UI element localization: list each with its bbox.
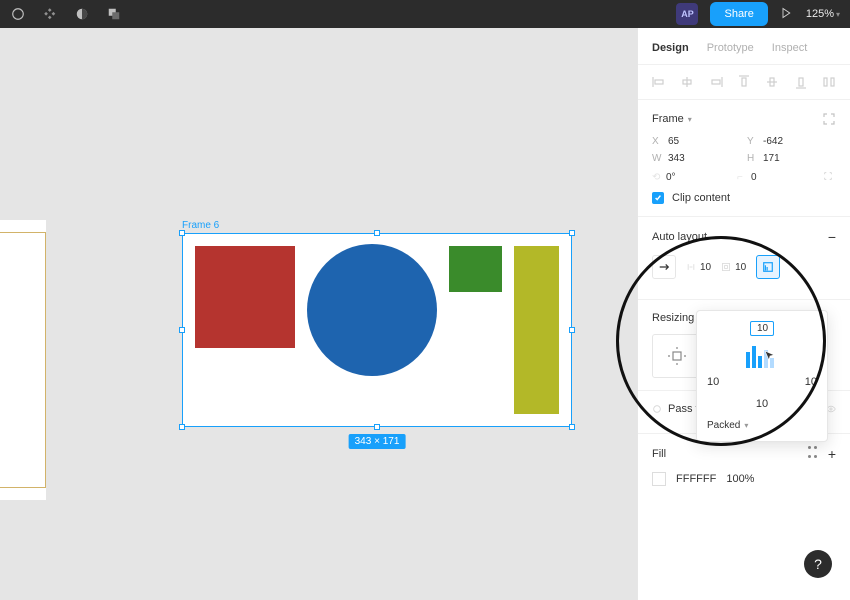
resize-handle-r[interactable] bbox=[569, 327, 575, 333]
resize-fit-icon[interactable] bbox=[822, 112, 836, 126]
y-input[interactable]: -642 bbox=[763, 136, 811, 147]
gap-input[interactable]: 10 bbox=[700, 262, 711, 273]
gap-icon bbox=[686, 262, 696, 272]
zoom-value: 125% bbox=[806, 8, 834, 20]
align-top-icon[interactable] bbox=[737, 75, 751, 89]
dimension-badge: 343 × 171 bbox=[349, 434, 406, 449]
zoom-dropdown[interactable]: 125%▾ bbox=[806, 8, 840, 20]
offscreen-frame[interactable] bbox=[0, 220, 46, 500]
checkbox-checked-icon bbox=[652, 192, 664, 204]
share-button[interactable]: Share bbox=[710, 2, 767, 26]
resize-handle-l[interactable] bbox=[179, 327, 185, 333]
frame-section: Frame ▾ X 65 Y -642 W 343 H 171 ⟲ 0° ⌐ 0 Clip c… bbox=[638, 100, 850, 217]
add-fill-button[interactable]: + bbox=[828, 446, 836, 462]
selected-frame-wrap: Frame 6 bbox=[182, 220, 572, 427]
shape-red-square[interactable] bbox=[195, 246, 295, 348]
alignment-preview[interactable] bbox=[746, 344, 778, 368]
align-right-icon[interactable] bbox=[709, 75, 723, 89]
topbar: AP Share 125%▾ bbox=[0, 0, 850, 28]
selected-frame[interactable] bbox=[182, 233, 572, 427]
alignment-padding-button[interactable] bbox=[756, 255, 780, 279]
tab-prototype[interactable]: Prototype bbox=[707, 42, 754, 54]
chevron-down-icon: ▾ bbox=[744, 421, 748, 430]
auto-layout-section: Auto layout − 10 10 bbox=[638, 217, 850, 300]
resizing-title: Resizing bbox=[652, 312, 694, 324]
present-icon[interactable] bbox=[780, 7, 794, 21]
align-bar bbox=[758, 356, 762, 368]
fill-section: Fill + FFFFFF 100% bbox=[638, 434, 850, 498]
tidy-icon[interactable] bbox=[822, 75, 836, 89]
direction-horizontal-button[interactable] bbox=[652, 255, 676, 279]
spacing-mode-dropdown[interactable]: Packed▾ bbox=[707, 420, 817, 431]
topbar-left bbox=[10, 6, 122, 22]
resize-handle-bl[interactable] bbox=[179, 424, 185, 430]
tab-inspect[interactable]: Inspect bbox=[772, 42, 807, 54]
frame-dropdown[interactable]: Frame bbox=[652, 113, 684, 125]
w-label: W bbox=[652, 153, 664, 164]
radius-icon: ⌐ bbox=[737, 172, 747, 182]
resize-handle-tr[interactable] bbox=[569, 230, 575, 236]
clip-content-label: Clip content bbox=[672, 192, 730, 204]
resize-handle-b[interactable] bbox=[374, 424, 380, 430]
help-button[interactable]: ? bbox=[804, 550, 832, 578]
pad-top-input[interactable]: 10 bbox=[750, 321, 774, 336]
tab-design[interactable]: Design bbox=[652, 42, 689, 54]
padding-icon bbox=[721, 262, 731, 272]
align-vcenter-icon[interactable] bbox=[765, 75, 779, 89]
h-input[interactable]: 171 bbox=[763, 153, 811, 164]
padding-input[interactable]: 10 bbox=[735, 262, 746, 273]
shape-olive-rect[interactable] bbox=[514, 246, 559, 414]
alignment-padding-popover: 10 10 10 10 Packed▾ bbox=[696, 310, 828, 442]
mask-icon[interactable] bbox=[74, 6, 90, 22]
menu-icon[interactable] bbox=[10, 6, 26, 22]
shape-blue-circle[interactable] bbox=[307, 244, 437, 376]
remove-autolayout-button[interactable]: − bbox=[828, 229, 836, 245]
chevron-down-icon: ▾ bbox=[836, 10, 840, 19]
style-icon[interactable] bbox=[808, 446, 818, 462]
shape-green-square[interactable] bbox=[449, 246, 502, 292]
align-bottom-icon[interactable] bbox=[794, 75, 808, 89]
fill-title: Fill bbox=[652, 448, 666, 460]
boolean-icon[interactable] bbox=[106, 6, 122, 22]
resize-handle-br[interactable] bbox=[569, 424, 575, 430]
auto-layout-title: Auto layout bbox=[652, 231, 707, 243]
pad-left-input[interactable]: 10 bbox=[707, 376, 756, 388]
panel-tabs: Design Prototype Inspect bbox=[638, 28, 850, 65]
independent-corners-icon[interactable] bbox=[822, 170, 836, 184]
components-icon[interactable] bbox=[42, 6, 58, 22]
w-input[interactable]: 343 bbox=[668, 153, 716, 164]
cursor-icon bbox=[764, 350, 776, 362]
resize-handle-tl[interactable] bbox=[179, 230, 185, 236]
align-hcenter-icon[interactable] bbox=[680, 75, 694, 89]
align-bar bbox=[752, 346, 756, 368]
offscreen-rect bbox=[0, 232, 46, 488]
chevron-down-icon: ▾ bbox=[688, 115, 692, 124]
clip-content-checkbox[interactable]: Clip content bbox=[652, 192, 836, 204]
rotation-icon: ⟲ bbox=[652, 172, 662, 182]
topbar-right: AP Share 125%▾ bbox=[676, 2, 840, 26]
align-bar bbox=[746, 352, 750, 368]
fill-hex-input[interactable]: FFFFFF bbox=[676, 473, 716, 485]
resizing-preview[interactable] bbox=[652, 334, 702, 378]
avatar[interactable]: AP bbox=[676, 3, 698, 25]
pad-bottom-input[interactable]: 10 bbox=[756, 398, 768, 410]
canvas[interactable]: Frame 6 343 × 171 bbox=[0, 28, 637, 600]
fill-opacity-input[interactable]: 100% bbox=[726, 473, 754, 485]
resize-handle-t[interactable] bbox=[374, 230, 380, 236]
blend-icon bbox=[652, 404, 662, 414]
pad-right-input[interactable]: 10 bbox=[768, 376, 817, 388]
rotation-input[interactable]: 0° bbox=[666, 172, 714, 183]
align-left-icon[interactable] bbox=[652, 75, 666, 89]
h-label: H bbox=[747, 153, 759, 164]
radius-input[interactable]: 0 bbox=[751, 172, 799, 183]
alignment-row bbox=[638, 65, 850, 100]
x-input[interactable]: 65 bbox=[668, 136, 716, 147]
fill-swatch[interactable] bbox=[652, 472, 666, 486]
y-label: Y bbox=[747, 136, 759, 147]
x-label: X bbox=[652, 136, 664, 147]
